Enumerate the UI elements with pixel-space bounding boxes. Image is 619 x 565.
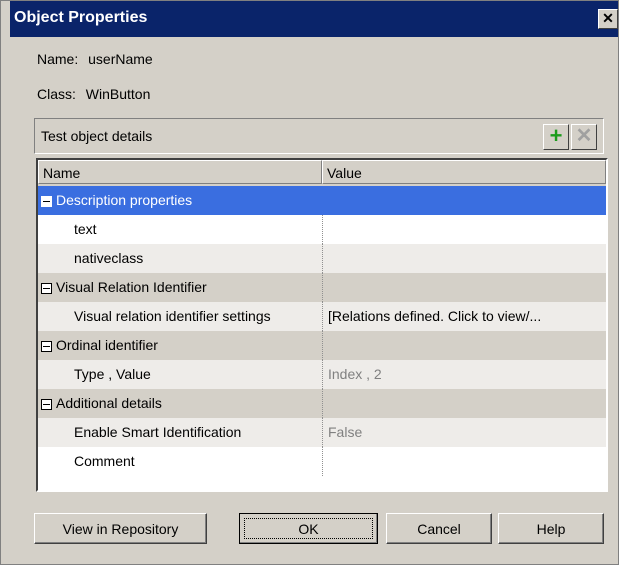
grid-row-text[interactable]: text (38, 215, 606, 244)
grid-row-comment[interactable]: Comment (38, 447, 606, 476)
grid-row-type-value[interactable]: Type , Value Index , 2 (38, 360, 606, 389)
row-name: Visual relation identifier settings (74, 308, 271, 324)
object-name-row: Name: userName (37, 51, 153, 67)
class-value: WinButton (85, 86, 151, 102)
row-name: Type , Value (74, 366, 151, 382)
row-value[interactable]: False (322, 418, 606, 447)
row-name: Visual Relation Identifier (56, 279, 207, 295)
test-object-details-title: Test object details (41, 128, 153, 144)
row-value (322, 389, 606, 418)
collapse-icon[interactable] (41, 195, 52, 207)
row-value (322, 273, 606, 302)
grid-row-additional-details[interactable]: Additional details (38, 389, 606, 418)
row-value[interactable] (322, 215, 606, 244)
properties-grid: Name Value Description properties text n… (36, 158, 608, 492)
help-label: Help (536, 521, 566, 537)
help-button[interactable]: Help (498, 513, 604, 544)
collapse-icon[interactable] (41, 282, 52, 294)
row-value[interactable] (322, 447, 606, 476)
grid-row-description-properties[interactable]: Description properties (38, 186, 606, 215)
cancel-button[interactable]: Cancel (386, 513, 492, 544)
close-icon[interactable]: ✕ (598, 9, 618, 29)
x-icon[interactable]: ✕ (571, 124, 597, 150)
plus-icon[interactable]: + (543, 124, 569, 150)
window-title: Object Properties (14, 9, 148, 26)
focus-rect (244, 518, 373, 539)
row-value[interactable]: [Relations defined. Click to view/... (322, 302, 606, 331)
row-name: Ordinal identifier (56, 337, 158, 353)
test-object-details-header: Test object details + ✕ (34, 118, 604, 154)
grid-row-nativeclass[interactable]: nativeclass (38, 244, 606, 273)
object-properties-dialog: Object Properties ✕ Name: userName Class… (0, 0, 619, 565)
row-name: Additional details (56, 395, 162, 411)
class-label: Class: (37, 86, 76, 102)
collapse-icon[interactable] (41, 340, 52, 352)
window-edge (1, 1, 10, 564)
collapse-icon[interactable] (41, 398, 52, 410)
grid-row-visual-relation-settings[interactable]: Visual relation identifier settings [Rel… (38, 302, 606, 331)
object-class-row: Class: WinButton (37, 86, 150, 102)
row-name: Description properties (56, 192, 193, 208)
column-header-name[interactable]: Name (38, 160, 322, 184)
name-label: Name: (37, 51, 79, 67)
row-value[interactable]: Index , 2 (322, 360, 606, 389)
row-value (322, 331, 606, 360)
ok-button[interactable]: OK (239, 513, 378, 544)
column-header-value[interactable]: Value (322, 160, 606, 184)
grid-row-ordinal-identifier[interactable]: Ordinal identifier (38, 331, 606, 360)
grid-row-enable-smart-identification[interactable]: Enable Smart Identification False (38, 418, 606, 447)
row-value[interactable] (322, 244, 606, 273)
row-value (322, 186, 606, 215)
grid-row-visual-relation-identifier[interactable]: Visual Relation Identifier (38, 273, 606, 302)
row-name: nativeclass (74, 250, 144, 266)
row-name: Comment (74, 453, 135, 469)
grid-header: Name Value (38, 160, 606, 187)
title-bar[interactable]: Object Properties ✕ (10, 1, 618, 37)
view-in-repository-button[interactable]: View in Repository (34, 513, 207, 544)
view-in-repository-label: View in Repository (62, 521, 179, 537)
name-value: userName (88, 51, 153, 67)
row-name: Enable Smart Identification (74, 424, 242, 440)
cancel-label: Cancel (417, 521, 461, 537)
row-name: text (74, 221, 97, 237)
